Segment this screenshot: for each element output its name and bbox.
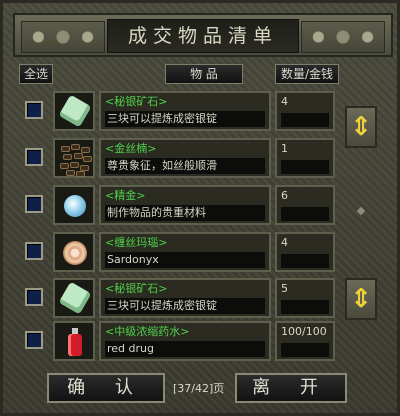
item-name: <缠丝玛瑙> [105,236,168,249]
item-qty-value: 1 [281,142,288,155]
item-quantity: 100/100 [275,321,335,361]
item-quantity: 4 [275,91,335,131]
list-item: <金丝楠> 尊贵象征，如丝般顺滑 1 [17,138,335,180]
up-arrow-icon: ⇕ [350,112,372,142]
item-desc: Sardonyx [105,252,265,268]
item-qty-value: 5 [281,282,288,295]
list-item: <中级浓缩药水> red drug 100/100 [17,321,335,363]
scroll-down-button[interactable]: ⇕ [345,278,377,320]
item-checkbox[interactable] [25,331,43,349]
item-checkbox[interactable] [25,195,43,213]
list-item: <缠丝玛瑙> Sardonyx 4 [17,232,335,274]
down-arrow-icon: ⇕ [350,284,372,314]
item-qty-value: 100/100 [281,325,327,338]
item-name: <秘银矿石> [105,95,168,108]
title-ornament-left [21,21,105,53]
item-description: <金丝楠> 尊贵象征，如丝般顺滑 [99,138,271,178]
item-checkbox[interactable] [25,288,43,306]
item-qty-value: 4 [281,236,288,249]
item-desc: red drug [105,341,265,357]
item-desc: 三块可以提炼成密银锭 [105,111,265,127]
leave-button[interactable]: 离 开 [235,373,347,403]
window-title: 成交物品清单 [107,19,299,53]
scroll-thumb[interactable] [356,206,366,216]
item-description: <精金> 制作物品的贵重材料 [99,185,271,225]
item-quantity: 5 [275,278,335,318]
item-qty-value: 4 [281,95,288,108]
red-potion-icon[interactable] [53,321,95,361]
item-description: <秘银矿石> 三块可以提炼成密银锭 [99,278,271,318]
item-description: <缠丝玛瑙> Sardonyx [99,232,271,272]
list-item: <秘银矿石> 三块可以提炼成密银锭 4 [17,91,335,133]
item-name: <秘银矿石> [105,282,168,295]
item-quantity: 1 [275,138,335,178]
list-item: <秘银矿石> 三块可以提炼成密银锭 5 [17,278,335,320]
items-column-header: 物 品 [165,64,243,84]
adamantite-icon[interactable] [53,185,95,225]
gold-silk-wood-icon[interactable] [53,138,95,178]
title-ornament-right [301,21,385,53]
item-checkbox[interactable] [25,101,43,119]
sardonyx-icon[interactable] [53,232,95,272]
scrollbar[interactable]: ⇕ ⇕ [345,98,377,374]
scroll-up-button[interactable]: ⇕ [345,106,377,148]
item-name: <金丝楠> [105,142,157,155]
trade-list-window: 成交物品清单 全选 物 品 数量/金钱 <秘银矿石> 三块可以提炼成密银锭 4 … [0,0,400,416]
item-quantity: 6 [275,185,335,225]
title-bar: 成交物品清单 [13,13,393,57]
mithril-ore-icon[interactable] [53,278,95,318]
item-desc: 尊贵象征，如丝般顺滑 [105,158,265,174]
item-name: <精金> [105,189,146,202]
item-description: <秘银矿石> 三块可以提炼成密银锭 [99,91,271,131]
item-description: <中级浓缩药水> red drug [99,321,271,361]
item-name: <中级浓缩药水> [105,325,190,338]
select-all-button[interactable]: 全选 [19,64,53,84]
quantity-column-header: 数量/金钱 [275,64,339,84]
item-desc: 制作物品的贵重材料 [105,205,265,221]
item-desc: 三块可以提炼成密银锭 [105,298,265,314]
mithril-ore-icon[interactable] [53,91,95,131]
item-checkbox[interactable] [25,148,43,166]
list-item: <精金> 制作物品的贵重材料 6 [17,185,335,227]
item-checkbox[interactable] [25,242,43,260]
confirm-button[interactable]: 确 认 [47,373,165,403]
page-indicator: [37/42]页 [173,382,225,395]
item-qty-value: 6 [281,189,288,202]
item-quantity: 4 [275,232,335,272]
